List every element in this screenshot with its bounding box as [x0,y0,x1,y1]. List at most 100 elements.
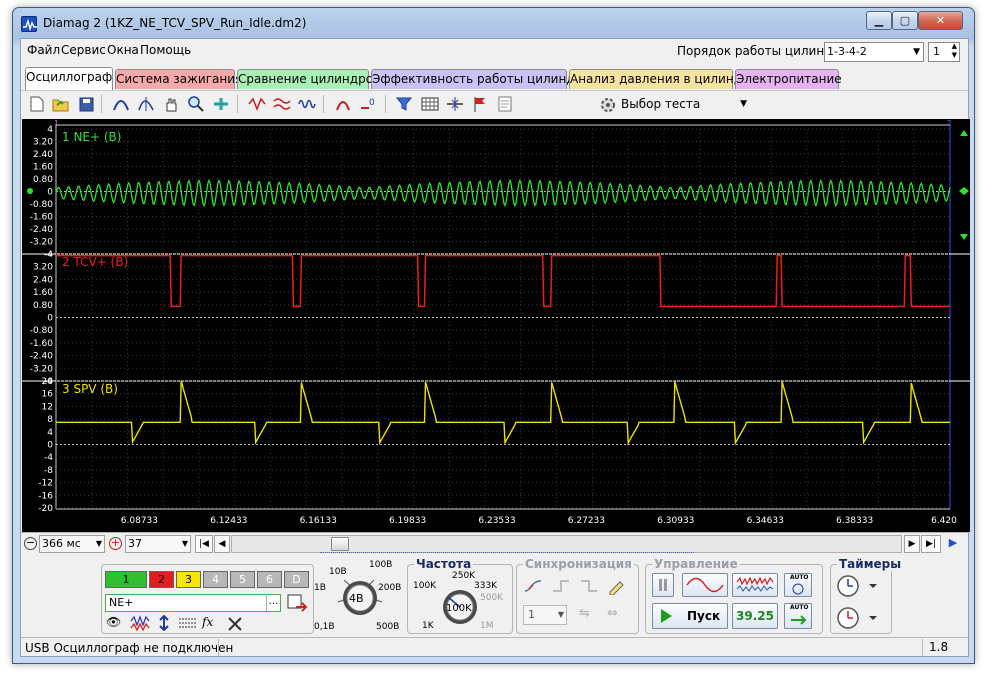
y-tick-label: 0 [47,314,53,324]
minimize-button[interactable]: ▁ [866,11,892,30]
menu-service[interactable]: Сервис [61,43,106,57]
channel-button-3[interactable]: 3 [176,571,201,588]
prev-icon[interactable]: ◀ [214,535,230,553]
filter-icon[interactable] [395,94,415,114]
step-select[interactable]: 37 ▼ [125,535,191,553]
oscilloscope-view[interactable]: 4 3.20 2.40 1.60 0.80 0 -0.80 -1.60 -2.40 -3.20 -4… [22,119,970,532]
y-tick-label: 2.40 [33,150,53,160]
function-icon[interactable]: fx [202,615,222,631]
tab-cylinder-efficiency[interactable]: Эффективность работы цилиндров [371,69,597,89]
sine-mode-button[interactable] [682,573,728,597]
auto-sync-button[interactable]: AUTO [784,603,812,629]
app-window: Diamag 2 (1KZ_NE_TCV_SPV_Run_Idle.dm2) ▁… [12,7,975,664]
sync-level-icon[interactable]: ⇋ [579,607,599,623]
menu-windows[interactable]: Окна [107,43,139,57]
pause-button[interactable] [652,573,674,597]
y-tick-label: -16 [38,491,53,501]
cylinder-spinner[interactable]: 1 ▲ ▼ [928,42,960,62]
tab-cylinder-compare[interactable]: Сравнение цилиндров [237,69,380,89]
sync-rising-icon[interactable] [523,577,543,595]
tab-pressure-analysis[interactable]: Анализ давления в цилиндре [569,69,757,89]
menu-bar: Файл Сервис Окна Помощь Порядок работы ц… [21,39,968,62]
save-icon[interactable] [76,94,96,114]
measure-icon[interactable] [136,94,156,114]
auto-button[interactable]: AUTO [784,573,812,597]
test-select[interactable]: Выбор теста ▼ [595,94,753,115]
channel-button-6[interactable]: 6 [257,571,282,588]
status-text: USB Осциллограф не подключен [25,641,234,655]
sync-position-icon[interactable]: ⇔ [607,607,627,623]
timebase-select[interactable]: 366 мс ▼ [39,535,105,553]
toolbar-separator [237,95,238,113]
first-page-icon[interactable]: |◀ [195,535,213,553]
grid-icon[interactable] [420,94,440,114]
timer2-button[interactable] [835,605,887,631]
menu-file[interactable]: Файл [27,43,60,57]
next-icon[interactable]: ▶ [904,535,920,553]
menu-help[interactable]: Помощь [140,43,191,57]
cylinder-order-select[interactable]: 1-3-4-2 ▼ [824,42,924,62]
fit-icon[interactable] [211,94,231,114]
zoom-in-icon[interactable]: + [109,537,122,550]
frequency-label: 250K [452,571,476,581]
y-tick-label: 8 [47,415,53,425]
channel-button-2[interactable]: 2 [149,571,174,588]
invert-icon[interactable] [247,94,267,114]
y-tick-label: 0.80 [33,301,53,311]
timer1-button[interactable] [835,573,887,599]
overlay-icon[interactable] [272,94,292,114]
channel-button-4[interactable]: 4 [203,571,228,588]
auto-sync-icon [791,615,807,625]
channel-offset-icon [27,188,33,194]
auto-trigger-icon[interactable] [333,94,353,114]
sync-step-up-icon[interactable] [551,577,571,595]
x-tick-label: 6.420 [931,516,957,526]
sync-pen-icon[interactable] [607,577,627,596]
start-label: Пуск [687,609,721,623]
last-page-icon[interactable]: ▶| [921,535,941,553]
y-tick-label: 1.60 [33,288,53,298]
time-scrollbar[interactable] [231,535,902,553]
oscilloscope-plot[interactable]: 4 3.20 2.40 1.60 0.80 0 -0.80 -1.60 -2.40 -3.20 -4… [22,119,970,532]
split-icon[interactable] [445,94,465,114]
cursor-arc-icon[interactable] [111,94,131,114]
start-button[interactable]: Пуск [652,603,728,629]
eye-icon[interactable]: 👁 [106,615,126,631]
channel-button-1[interactable]: 1 [105,571,147,588]
vertical-arrows-icon[interactable] [154,614,174,632]
tab-ignition[interactable]: Система зажигания [115,69,242,89]
tools-icon[interactable] [226,615,246,631]
zero-offset-icon[interactable]: 0 [358,94,378,114]
wave-icon[interactable] [297,94,317,114]
y-tick-label: 16 [42,390,54,400]
new-file-icon[interactable] [27,94,47,114]
sync-channel-value: 1 [528,608,535,621]
tab-oscilloscope[interactable]: Осциллограф [25,67,113,90]
play-icon[interactable]: ▶ [943,535,963,553]
scroll-thumb[interactable] [331,537,349,551]
close-button[interactable]: ✕ [918,11,963,30]
channel-name-input[interactable]: NE+… [105,594,281,612]
more-icon[interactable]: … [266,594,280,611]
notes-icon[interactable] [495,94,515,114]
hand-icon[interactable] [161,94,181,114]
tab-power[interactable]: Электропитание [735,69,842,89]
maximize-button[interactable]: ▢ [892,11,918,30]
status-bar: USB Осциллограф не подключен 1.8 [21,637,968,657]
export-icon[interactable] [286,593,308,613]
cylinder-order-value: 1-3-4-2 [827,45,867,58]
sync-step-down-icon[interactable] [579,577,599,595]
wave-settings-icon[interactable] [130,615,150,632]
noise-mode-button[interactable] [732,573,778,597]
open-folder-icon[interactable] [51,94,71,114]
x-tick-label: 6.30933 [657,516,694,526]
flag-icon[interactable] [470,94,490,114]
channel-button-5[interactable]: 5 [230,571,255,588]
y-tick-label: 4 [47,250,53,260]
zoom-out-icon[interactable]: − [24,537,37,550]
channel-button-D[interactable]: D [284,571,309,588]
lines-icon[interactable] [178,615,198,631]
sync-channel-select[interactable]: 1 ▼ [523,605,567,625]
zoom-icon[interactable] [186,94,206,114]
tab-label: Сравнение цилиндров [238,72,381,86]
